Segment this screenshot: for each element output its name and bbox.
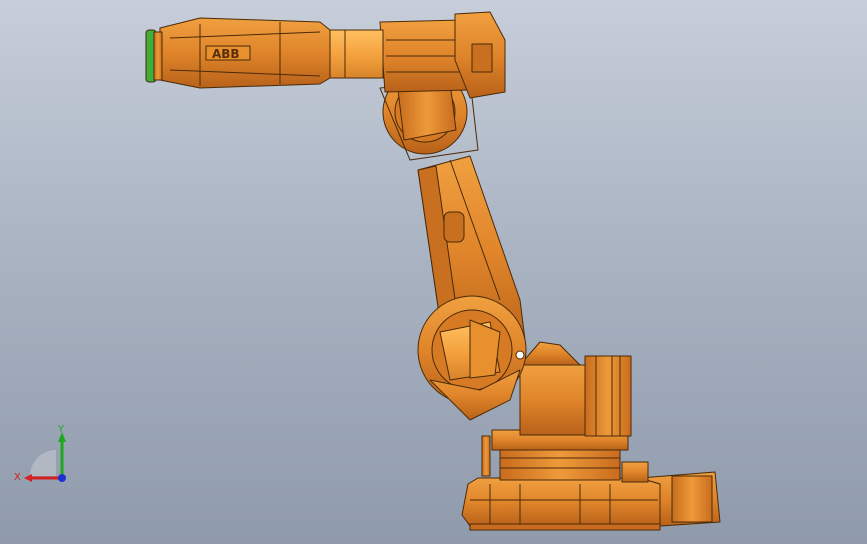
robot-tool-flange [145, 29, 163, 83]
y-axis-label: Y [57, 424, 65, 435]
graphics-viewport[interactable]: ABB Y X [0, 0, 867, 544]
robot-forearm [159, 17, 331, 89]
triad-plane-icon [30, 450, 56, 476]
brand-logo-text: ABB [212, 47, 240, 61]
z-axis-marker [58, 474, 66, 482]
robot-shoulder-joint [417, 295, 527, 421]
robot-axis1-housing [519, 341, 632, 437]
robot-upper-arm-housing [379, 11, 506, 99]
x-axis-label: X [14, 472, 21, 483]
coordinate-triad: Y X [14, 424, 66, 483]
robot-model[interactable]: ABB [0, 0, 867, 544]
robot-forearm-shaft [324, 29, 384, 79]
robot-turntable [481, 429, 629, 481]
